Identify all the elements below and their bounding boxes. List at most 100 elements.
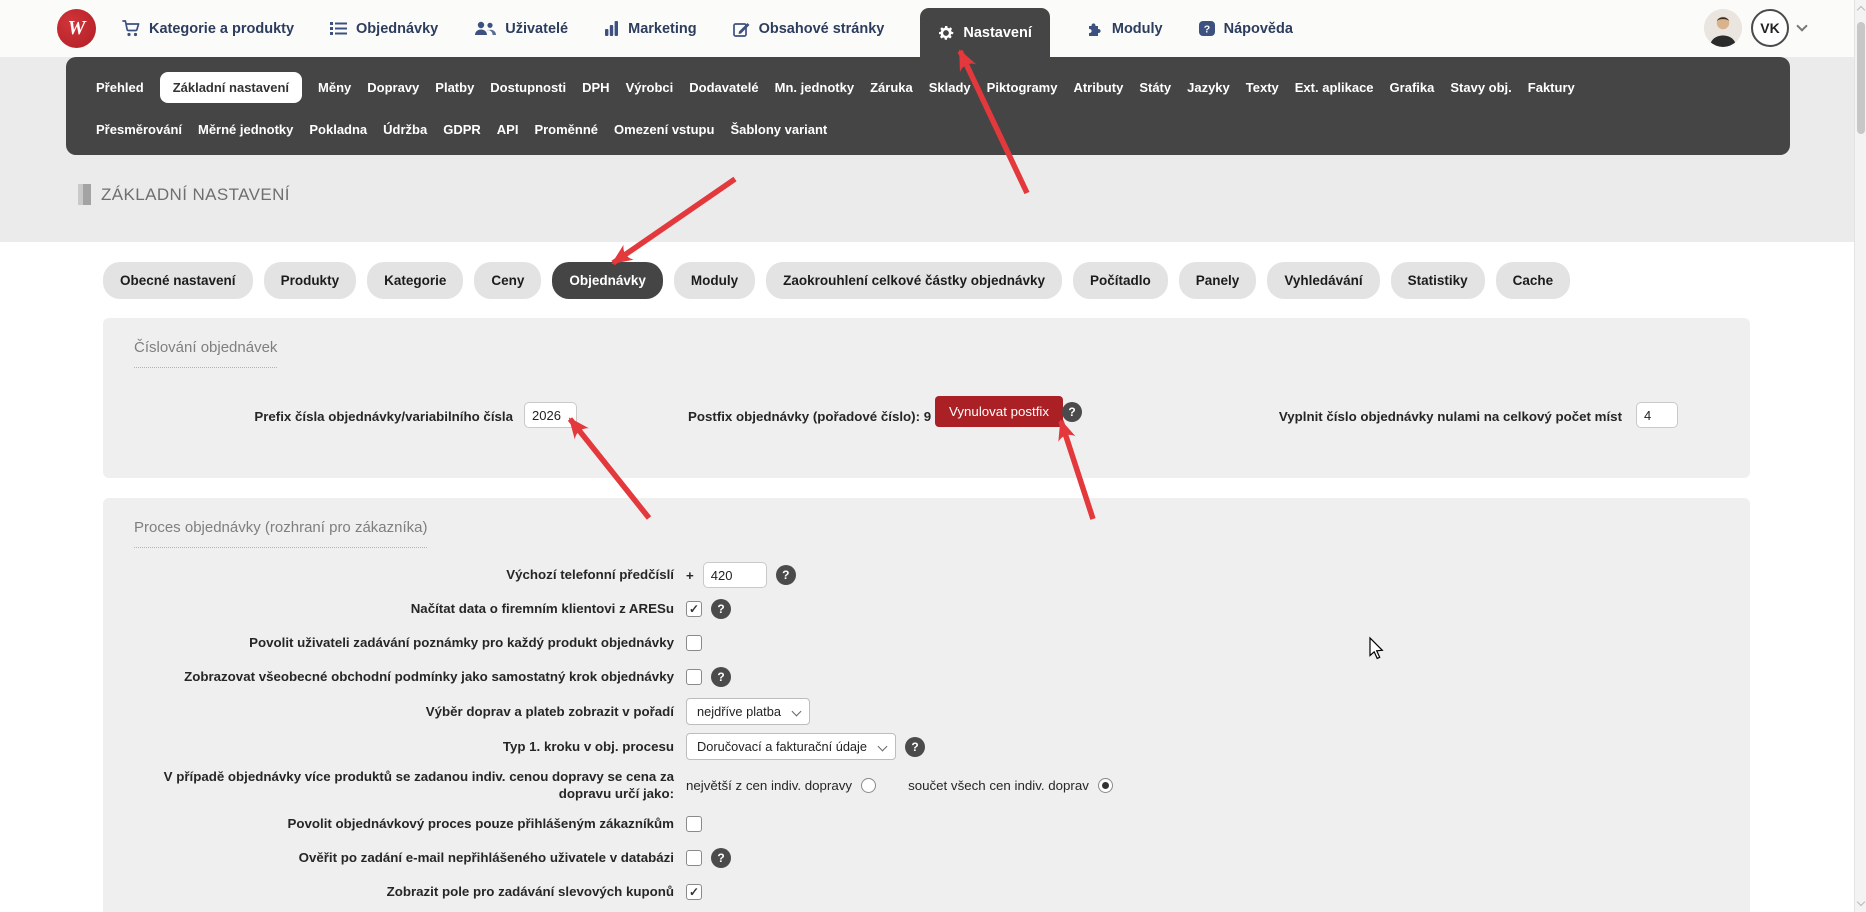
section-heading: Proces objednávky (rozhraní pro zákazník… bbox=[134, 519, 427, 548]
subnav-item[interactable]: Přehled bbox=[96, 80, 144, 95]
tab-statistiky[interactable]: Statistiky bbox=[1391, 262, 1485, 299]
prefix-input[interactable] bbox=[524, 402, 577, 428]
chevron-down-icon[interactable] bbox=[1796, 20, 1807, 31]
select-value: nejdříve platba bbox=[697, 704, 781, 719]
field-label: Zobrazovat všeobecné obchodní podmínky j… bbox=[133, 668, 674, 685]
content-area: Obecné nastavení Produkty Kategorie Ceny… bbox=[0, 242, 1854, 912]
tab-pocitadlo[interactable]: Počítadlo bbox=[1073, 262, 1168, 299]
subnav-item[interactable]: Šablony variant bbox=[730, 122, 827, 137]
section-cislovani-objednavek: Číslování objednávek Prefix čísla objedn… bbox=[103, 318, 1750, 478]
subnav-item[interactable]: Údržba bbox=[383, 122, 427, 137]
help-icon[interactable]: ? bbox=[711, 599, 731, 619]
scroll-down-icon[interactable] bbox=[1857, 898, 1865, 906]
subnav-item[interactable]: Přesměrování bbox=[96, 122, 182, 137]
tab-cache[interactable]: Cache bbox=[1496, 262, 1571, 299]
phone-prefix-input[interactable] bbox=[703, 562, 767, 588]
form-row-shipping-payment-order: Výběr doprav a plateb zobrazit v pořadí … bbox=[133, 698, 1723, 725]
field-label: Zobrazit pole pro zadávání slevových kup… bbox=[133, 883, 674, 900]
subnav-item[interactable]: Záruka bbox=[870, 80, 913, 95]
form-row-verify-email: Ověřit po zadání e-mail nepřihlášeného u… bbox=[133, 845, 1723, 871]
logged-only-checkbox[interactable] bbox=[686, 816, 702, 832]
form-row-indiv-shipping-price: V případě objednávky více produktů se za… bbox=[133, 768, 1723, 803]
tab-ceny[interactable]: Ceny bbox=[474, 262, 541, 299]
tab-zaokrouhleni[interactable]: Zaokrouhlení celkové částky objednávky bbox=[766, 262, 1062, 299]
subnav-item[interactable]: Platby bbox=[435, 80, 474, 95]
section-heading: Číslování objednávek bbox=[134, 339, 277, 368]
help-icon[interactable]: ? bbox=[905, 737, 925, 757]
app-logo[interactable]: W bbox=[57, 9, 96, 48]
scroll-up-icon[interactable] bbox=[1857, 6, 1865, 14]
product-note-checkbox[interactable] bbox=[686, 635, 702, 651]
nav-item-moduly[interactable]: Moduly bbox=[1086, 0, 1163, 57]
terms-step-checkbox[interactable] bbox=[686, 669, 702, 685]
fill-zeros-input[interactable] bbox=[1636, 402, 1678, 428]
help-icon[interactable]: ? bbox=[711, 848, 731, 868]
subnav-item[interactable]: Proměnné bbox=[534, 122, 598, 137]
verify-email-checkbox[interactable] bbox=[686, 850, 702, 866]
tab-produkty[interactable]: Produkty bbox=[264, 262, 357, 299]
field-label: Ověřit po zadání e-mail nepřihlášeného u… bbox=[133, 849, 674, 866]
nav-item-label: Marketing bbox=[628, 21, 697, 37]
subnav-item[interactable]: Mn. jednotky bbox=[775, 80, 854, 95]
subnav-item[interactable]: Dostupnosti bbox=[490, 80, 566, 95]
subnav-item[interactable]: Omezení vstupu bbox=[614, 122, 714, 137]
subnav-item[interactable]: Měny bbox=[318, 80, 351, 95]
nav-item-objednavky[interactable]: Objednávky bbox=[330, 0, 438, 57]
subnav-item[interactable]: Jazyky bbox=[1187, 80, 1230, 95]
sum-indiv-shipping-radio[interactable] bbox=[1098, 778, 1113, 793]
max-indiv-shipping-radio[interactable] bbox=[861, 778, 876, 793]
help-icon[interactable]: ? bbox=[776, 565, 796, 585]
subnav-item-zakladni-nastaveni[interactable]: Základní nastavení bbox=[160, 72, 302, 103]
nav-item-label: Kategorie a produkty bbox=[149, 21, 294, 37]
subnav-item[interactable]: Faktury bbox=[1528, 80, 1575, 95]
subnav-item[interactable]: Grafika bbox=[1390, 80, 1435, 95]
subnav-item[interactable]: Dopravy bbox=[367, 80, 419, 95]
subnav-item[interactable]: DPH bbox=[582, 80, 609, 95]
first-step-type-select[interactable]: Doručovací a fakturační údaje bbox=[686, 733, 896, 760]
subnav-item[interactable]: Měrné jednotky bbox=[198, 122, 293, 137]
scrollbar bbox=[1854, 0, 1866, 912]
subnav-item[interactable]: Stavy obj. bbox=[1450, 80, 1511, 95]
nav-item-marketing[interactable]: Marketing bbox=[604, 0, 697, 57]
gear-icon bbox=[938, 25, 954, 41]
user-initials-badge[interactable]: VK bbox=[1751, 9, 1789, 47]
user-menu[interactable]: VK bbox=[1704, 9, 1806, 47]
shipping-payment-order-select[interactable]: nejdříve platba bbox=[686, 698, 810, 725]
section-proces-objednavky: Proces objednávky (rozhraní pro zákazník… bbox=[103, 498, 1750, 912]
form-row-logged-only: Povolit objednávkový proces pouze přihlá… bbox=[133, 811, 1723, 837]
subnav-item[interactable]: Výrobci bbox=[626, 80, 674, 95]
ares-checkbox[interactable]: ✓ bbox=[686, 601, 702, 617]
tab-panely[interactable]: Panely bbox=[1179, 262, 1257, 299]
subnav-item[interactable]: Státy bbox=[1139, 80, 1171, 95]
nav-item-napoveda[interactable]: ? Nápověda bbox=[1199, 0, 1293, 57]
help-icon[interactable]: ? bbox=[1062, 402, 1082, 422]
tab-vyhledavani[interactable]: Vyhledávání bbox=[1267, 262, 1379, 299]
nav-item-uzivatele[interactable]: Uživatelé bbox=[474, 0, 568, 57]
scrollbar-thumb[interactable] bbox=[1857, 22, 1865, 134]
subnav-item[interactable]: API bbox=[497, 122, 519, 137]
nav-item-kategorie-a-produkty[interactable]: Kategorie a produkty bbox=[122, 0, 294, 57]
tab-obecne-nastaveni[interactable]: Obecné nastavení bbox=[103, 262, 253, 299]
nav-item-obsahove-stranky[interactable]: Obsahové stránky bbox=[733, 0, 885, 57]
tab-objednavky[interactable]: Objednávky bbox=[552, 262, 663, 299]
subnav-item[interactable]: Pokladna bbox=[309, 122, 367, 137]
form-rows: Výchozí telefonní předčíslí + ? Načítat … bbox=[133, 562, 1723, 912]
form-row-ares: Načítat data o firemním klientovi z ARES… bbox=[133, 596, 1723, 622]
subnav-item[interactable]: GDPR bbox=[443, 122, 481, 137]
nav-item-nastaveni[interactable]: Nastavení bbox=[920, 8, 1050, 57]
subnav-item[interactable]: Sklady bbox=[929, 80, 971, 95]
form-row-phone: Výchozí telefonní předčíslí + ? bbox=[133, 562, 1723, 588]
help-icon[interactable]: ? bbox=[711, 667, 731, 687]
subnav-item[interactable]: Ext. aplikace bbox=[1295, 80, 1374, 95]
coupon-field-checkbox[interactable]: ✓ bbox=[686, 884, 702, 900]
tab-moduly[interactable]: Moduly bbox=[674, 262, 755, 299]
user-avatar[interactable] bbox=[1704, 9, 1742, 47]
reset-postfix-button[interactable]: Vynulovat postfix bbox=[935, 396, 1063, 427]
svg-text:?: ? bbox=[1203, 23, 1209, 35]
tab-kategorie[interactable]: Kategorie bbox=[367, 262, 463, 299]
subnav-item[interactable]: Piktogramy bbox=[987, 80, 1058, 95]
field-label: Načítat data o firemním klientovi z ARES… bbox=[133, 600, 674, 617]
subnav-item[interactable]: Atributy bbox=[1073, 80, 1123, 95]
subnav-item[interactable]: Dodavatelé bbox=[689, 80, 758, 95]
subnav-item[interactable]: Texty bbox=[1246, 80, 1279, 95]
